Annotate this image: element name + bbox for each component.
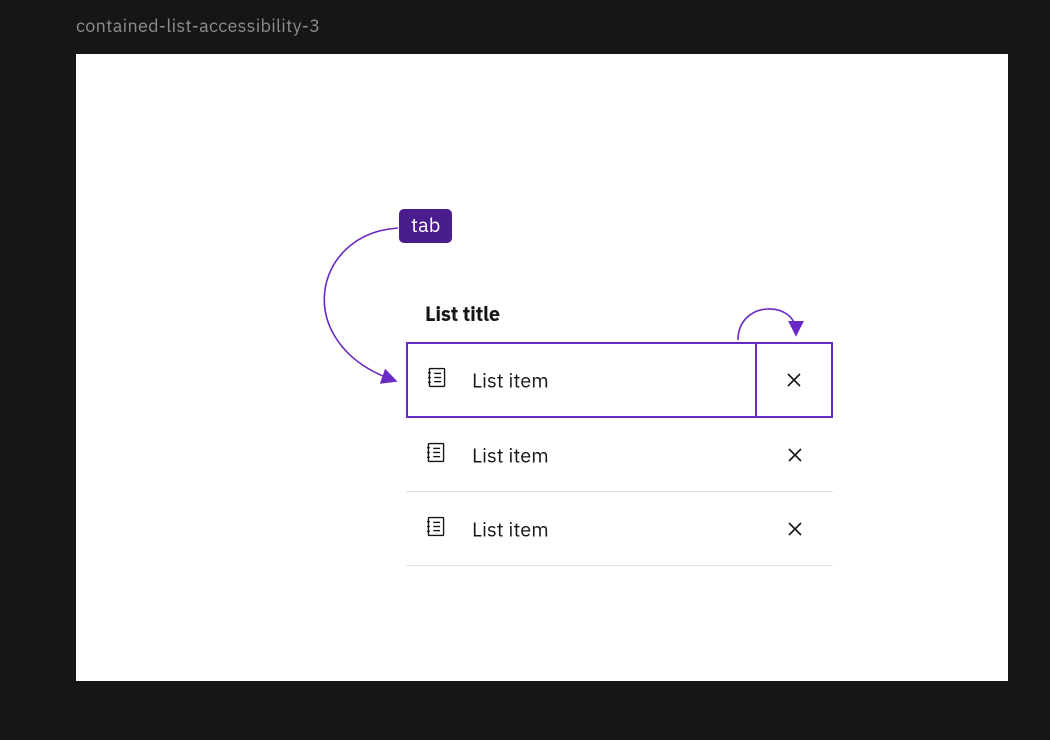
list-item-label: List item (472, 441, 549, 468)
close-icon (787, 521, 803, 537)
page-caption: contained-list-accessibility-3 (0, 0, 1050, 37)
list-icon (425, 441, 447, 468)
list-item-label: List item (472, 515, 549, 542)
close-icon (786, 372, 802, 388)
list-icon (426, 367, 448, 394)
tab-key-badge: tab (399, 209, 452, 243)
list-icon (425, 515, 447, 542)
delete-button[interactable] (757, 418, 833, 491)
list-item-label: List item (472, 367, 549, 394)
contained-list: List item List item (406, 342, 833, 566)
list-title: List title (425, 300, 500, 327)
delete-button[interactable] (755, 344, 831, 416)
delete-button[interactable] (757, 492, 833, 565)
arrow-tab-to-list-item (324, 228, 398, 380)
diagram-canvas: tab List title List item (76, 54, 1008, 681)
arrow-item-to-action (738, 309, 796, 340)
list-item[interactable]: List item (406, 418, 833, 492)
list-item[interactable]: List item (406, 342, 833, 418)
close-icon (787, 447, 803, 463)
list-item[interactable]: List item (406, 492, 833, 566)
